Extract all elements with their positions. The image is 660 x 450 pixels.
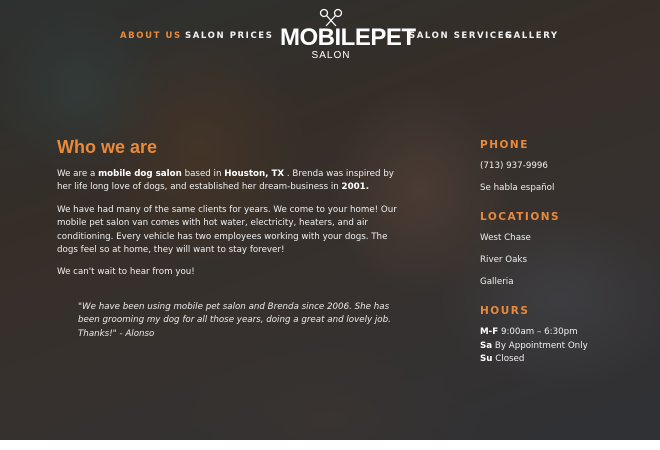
locations-heading: LOCATIONS [480, 211, 561, 223]
testimonial-quote: "We have been using mobile pet salon and… [78, 302, 391, 339]
phone-heading: PHONE [480, 139, 529, 151]
site-logo[interactable]: MOBILEPET SALON [280, 8, 416, 66]
location-item: West Chase [480, 233, 531, 243]
logo-wordmark: MOBILEPET [280, 24, 416, 51]
spanish-spoken-note: Se habla español [480, 183, 555, 193]
hours-row: Su Closed [480, 354, 525, 364]
nav-gallery[interactable]: GALLERY [505, 31, 559, 41]
location-item: Galleria [480, 277, 514, 287]
intro-paragraph: We are a mobile dog salon based in Houst… [57, 169, 394, 193]
hours-heading: HOURS [480, 305, 530, 317]
clients-paragraph: We have had many of the same clients for… [57, 205, 397, 256]
nav-salon-prices[interactable]: SALON PRICES [185, 31, 273, 41]
hero-section: ABOUT US SALON PRICES MOBILEPET SALON SA… [0, 0, 660, 440]
contact-invite-text: We can't wait to hear from you! [57, 267, 195, 277]
hours-row: M-F 9:00am – 6:30pm [480, 327, 578, 337]
section-heading: Who we are [57, 137, 158, 157]
phone-number-link[interactable]: (713) 937-9996 [480, 160, 548, 173]
nav-salon-services[interactable]: SALON SERVICES [409, 31, 513, 41]
nav-about-us[interactable]: ABOUT US [120, 31, 182, 41]
hours-row: Sa By Appointment Only [480, 341, 588, 351]
logo-subtitle: SALON [311, 50, 351, 61]
location-item: River Oaks [480, 255, 527, 265]
